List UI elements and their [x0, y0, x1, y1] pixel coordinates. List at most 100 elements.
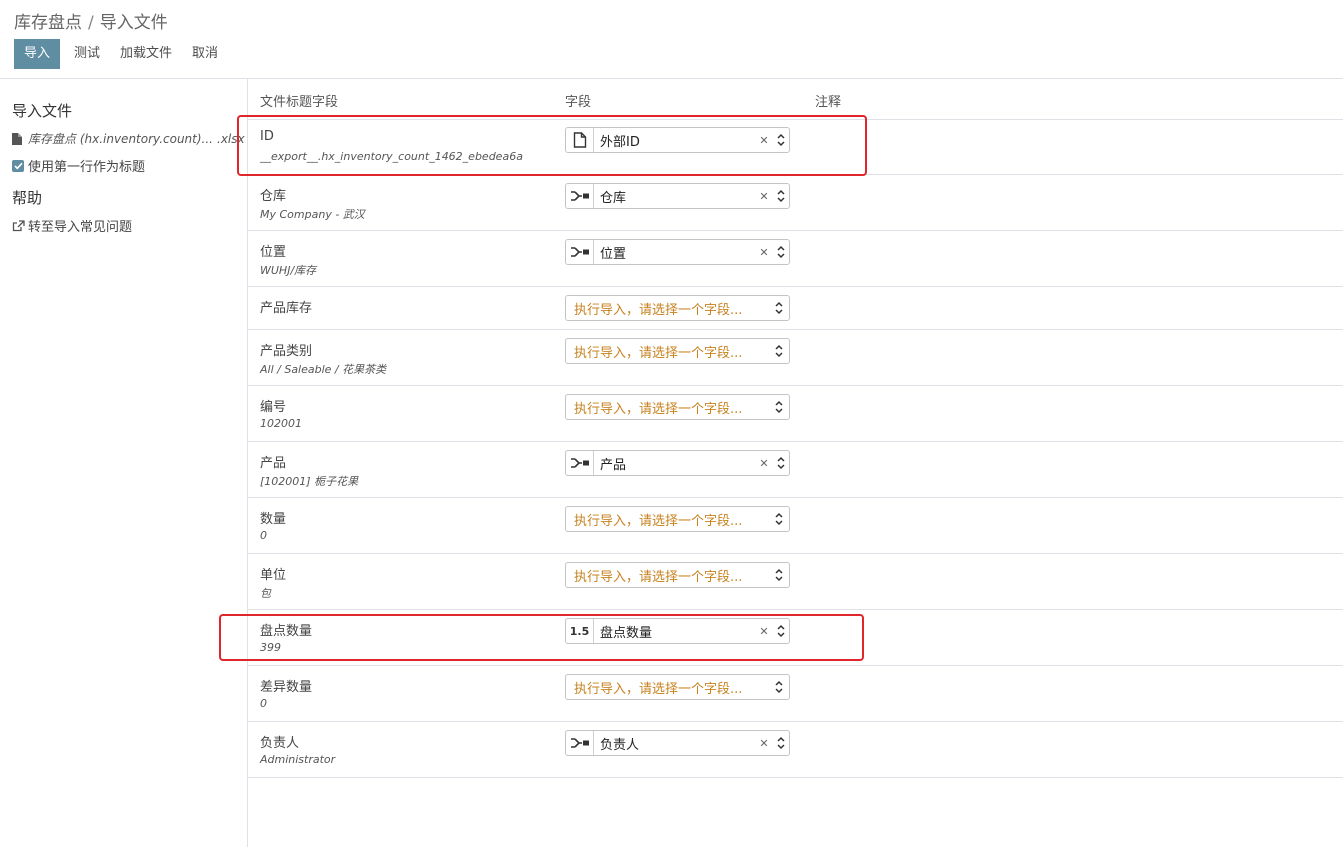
- clear-icon[interactable]: ✕: [755, 246, 773, 259]
- table-row: 产品类别 All / Saleable / 花果茶类 执行导入，请选择一个字段...: [248, 330, 1343, 386]
- field-select[interactable]: 执行导入，请选择一个字段...: [565, 394, 790, 420]
- field-select[interactable]: 负责人 ✕: [565, 730, 790, 756]
- column-label: 仓库: [260, 189, 287, 204]
- select-arrows-icon[interactable]: [771, 344, 787, 358]
- first-row-header-option[interactable]: 使用第一行作为标题: [12, 156, 145, 175]
- clear-icon[interactable]: ✕: [755, 457, 773, 470]
- select-arrows-icon[interactable]: [773, 189, 789, 203]
- field-select[interactable]: 1.5 盘点数量 ✕: [565, 618, 790, 644]
- clear-icon[interactable]: ✕: [755, 190, 773, 203]
- control-panel: 库存盘点 / 导入文件 导入 测试 加载文件 取消: [0, 0, 1343, 79]
- table-row: 编号 102001 执行导入，请选择一个字段...: [248, 386, 1343, 442]
- column-label: 位置: [260, 245, 287, 260]
- sample-value: 0: [260, 529, 267, 542]
- header-file-column: 文件标题字段: [260, 95, 339, 110]
- select-arrows-icon[interactable]: [773, 456, 789, 470]
- sample-value: 102001: [260, 417, 302, 430]
- test-button[interactable]: 测试: [64, 39, 110, 69]
- field-select[interactable]: 产品 ✕: [565, 450, 790, 476]
- field-value: 产品: [600, 457, 627, 473]
- sample-value: 包: [260, 587, 271, 600]
- toolbar: 导入 测试 加载文件 取消: [14, 39, 228, 69]
- sample-value: __export__.hx_inventory_count_1462_ebede…: [260, 150, 523, 163]
- column-label: 产品类别: [260, 344, 313, 359]
- field-select[interactable]: 执行导入，请选择一个字段...: [565, 674, 790, 700]
- field-type-icon: [566, 128, 594, 152]
- first-row-header-checkbox[interactable]: [12, 159, 24, 172]
- field-value: 仓库: [600, 190, 627, 206]
- select-arrows-icon[interactable]: [773, 624, 789, 638]
- select-arrows-icon[interactable]: [771, 400, 787, 414]
- select-arrows-icon[interactable]: [773, 736, 789, 750]
- sample-value: 399: [260, 641, 281, 654]
- import-mapping-table: 文件标题字段 字段 注释 ID __export__.hx_inventory_c…: [248, 79, 1343, 847]
- load-file-button[interactable]: 加载文件: [110, 39, 182, 69]
- table-row: 位置 WUHJ/库存 位置 ✕: [248, 231, 1343, 287]
- field-select[interactable]: 仓库 ✕: [565, 183, 790, 209]
- field-value: 盘点数量: [600, 625, 653, 641]
- column-label: 负责人: [260, 736, 300, 751]
- select-arrows-icon[interactable]: [773, 133, 789, 147]
- external-link-icon: [12, 219, 25, 231]
- field-type-icon: [566, 451, 594, 475]
- import-sidebar: 导入文件 库存盘点 (hx.inventory.count)... .xlsx 使…: [0, 79, 248, 847]
- field-value: 负责人: [600, 737, 640, 753]
- field-placeholder: 执行导入，请选择一个字段...: [574, 569, 743, 585]
- field-placeholder: 执行导入，请选择一个字段...: [574, 302, 743, 318]
- field-select[interactable]: 执行导入，请选择一个字段...: [565, 338, 790, 364]
- sample-value: WUHJ/库存: [260, 264, 317, 277]
- select-arrows-icon[interactable]: [771, 512, 787, 526]
- select-arrows-icon[interactable]: [771, 680, 787, 694]
- file-icon: [573, 132, 587, 148]
- checkmark-icon: [13, 162, 23, 169]
- field-type-icon: [566, 184, 594, 208]
- table-row: 单位包 执行导入，请选择一个字段...: [248, 554, 1343, 610]
- field-value: 位置: [600, 246, 627, 262]
- import-file-title: 导入文件: [12, 102, 73, 120]
- table-row: ID __export__.hx_inventory_count_1462_ebe…: [248, 119, 1343, 175]
- table-row: 负责人 Administrator 负责人 ✕: [248, 722, 1343, 778]
- sample-value: All / Saleable / 花果茶类: [260, 363, 387, 376]
- column-label: 差异数量: [260, 680, 313, 695]
- header-field: 字段: [565, 95, 592, 110]
- cancel-button[interactable]: 取消: [182, 39, 228, 69]
- field-placeholder: 执行导入，请选择一个字段...: [574, 401, 743, 417]
- field-select[interactable]: 外部ID ✕: [565, 127, 790, 153]
- field-select[interactable]: 执行导入，请选择一个字段...: [565, 295, 790, 321]
- faq-link-label: 转至导入常见问题: [28, 220, 133, 235]
- field-select[interactable]: 执行导入，请选择一个字段...: [565, 506, 790, 532]
- select-arrows-icon[interactable]: [771, 301, 787, 315]
- breadcrumb-separator: /: [88, 13, 94, 33]
- table-row: 盘点数量 399 1.5 盘点数量 ✕: [248, 610, 1343, 666]
- sample-value: Administrator: [260, 753, 336, 766]
- table-row: 产品 [102001] 栀子花果 产品 ✕: [248, 442, 1343, 498]
- select-arrows-icon[interactable]: [773, 245, 789, 259]
- clear-icon[interactable]: ✕: [755, 134, 773, 147]
- relation-icon: [570, 246, 590, 258]
- column-label: 盘点数量: [260, 624, 313, 639]
- breadcrumb-current: 导入文件: [99, 13, 168, 33]
- file-name: 库存盘点 (hx.inventory.count)...: [28, 132, 213, 146]
- field-select[interactable]: 位置 ✕: [565, 239, 790, 265]
- table-row: 数量 0 执行导入，请选择一个字段...: [248, 498, 1343, 554]
- field-type-icon: 1.5: [566, 619, 594, 643]
- column-label: 产品库存: [260, 301, 313, 316]
- sample-value: 0: [260, 697, 267, 710]
- field-select[interactable]: 执行导入，请选择一个字段...: [565, 562, 790, 588]
- import-button[interactable]: 导入: [14, 39, 60, 69]
- table-row: 产品库存 执行导入，请选择一个字段...: [248, 287, 1343, 330]
- field-placeholder: 执行导入，请选择一个字段...: [574, 513, 743, 529]
- help-title: 帮助: [12, 189, 43, 207]
- faq-link[interactable]: 转至导入常见问题: [12, 216, 132, 235]
- column-label: 编号: [260, 400, 287, 415]
- first-row-header-label: 使用第一行作为标题: [28, 160, 146, 175]
- select-arrows-icon[interactable]: [771, 568, 787, 582]
- clear-icon[interactable]: ✕: [755, 625, 773, 638]
- column-label: ID: [260, 129, 274, 144]
- relation-icon: [570, 190, 590, 202]
- breadcrumb: 库存盘点 / 导入文件: [14, 8, 168, 33]
- breadcrumb-parent-link[interactable]: 库存盘点: [14, 13, 82, 33]
- clear-icon[interactable]: ✕: [755, 737, 773, 750]
- header-comment: 注释: [815, 95, 842, 110]
- field-type-icon: [566, 731, 594, 755]
